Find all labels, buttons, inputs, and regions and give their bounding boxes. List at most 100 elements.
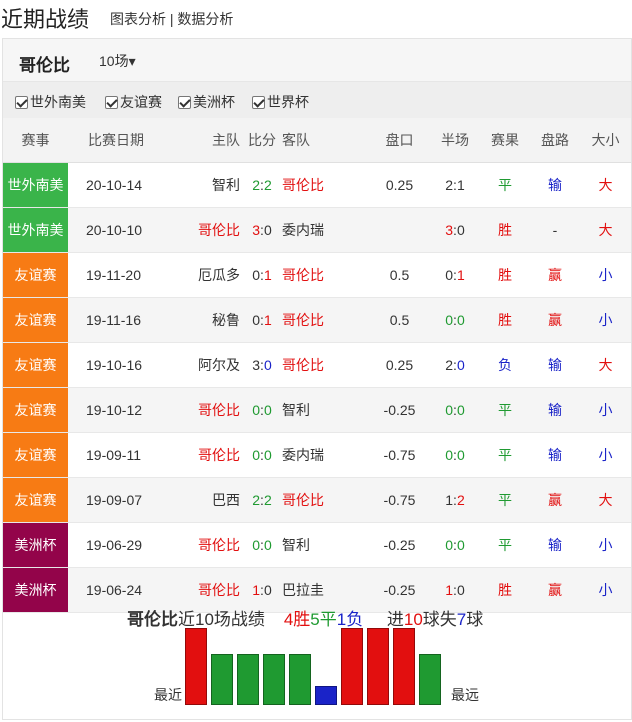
- handicap: -0.75: [369, 477, 430, 523]
- league-badge[interactable]: 世外南美: [3, 162, 68, 208]
- table-body: 世外南美 20-10-14 智利 2:2 哥伦比 0.25 2:1 平输大世外南美 20-10-…: [3, 162, 631, 613]
- label-distant: 最远: [451, 687, 479, 703]
- score[interactable]: 0:0: [246, 522, 278, 568]
- match-date: 20-10-14: [68, 162, 164, 208]
- home-team[interactable]: 智利: [164, 162, 246, 208]
- score[interactable]: 2:2: [246, 162, 278, 208]
- league-filters: 世外南美 友谊赛 美洲杯 世界杯: [3, 82, 631, 118]
- score-away: 0: [263, 447, 272, 463]
- match-result: 平: [480, 522, 530, 568]
- filter-copa-america[interactable]: 美洲杯: [178, 92, 235, 112]
- halftime-home: 2: [445, 357, 454, 373]
- form-bar-chart: [185, 628, 447, 705]
- home-team[interactable]: 哥伦比: [164, 432, 246, 478]
- away-team[interactable]: 智利: [278, 387, 369, 433]
- match-result: 胜: [480, 207, 530, 253]
- league-badge[interactable]: 友谊赛: [3, 342, 68, 388]
- checkbox-checked-icon[interactable]: [178, 95, 191, 109]
- top-bar: 近期战绩 图表分析 | 数据分析: [0, 0, 632, 36]
- halftime-away: 0: [456, 402, 465, 418]
- league-badge[interactable]: 友谊赛: [3, 387, 68, 433]
- over-under: 小: [580, 432, 631, 478]
- halftime-score: 2:1: [430, 162, 480, 208]
- filter-wc-qualifier[interactable]: 世外南美: [15, 92, 86, 112]
- score-home: 0: [252, 267, 261, 283]
- summary-goals-against-label: 球失: [422, 610, 457, 629]
- form-summary: 哥伦比近10场战绩 4胜5平1负 进10球失7球 最近 最远: [3, 598, 631, 718]
- away-team[interactable]: 哥伦比: [278, 297, 369, 343]
- match-date: 19-10-16: [68, 342, 164, 388]
- checkbox-checked-icon[interactable]: [15, 95, 28, 109]
- league-badge[interactable]: 友谊赛: [3, 252, 68, 298]
- home-team[interactable]: 阿尔及: [164, 342, 246, 388]
- home-team[interactable]: 巴西: [164, 477, 246, 523]
- score-away: 2: [263, 492, 272, 508]
- filter-world-cup[interactable]: 世界杯: [252, 92, 309, 112]
- over-under: 小: [580, 252, 631, 298]
- match-result: 平: [480, 477, 530, 523]
- score-away: 1: [263, 267, 272, 283]
- match-result: 负: [480, 342, 530, 388]
- league-badge[interactable]: 友谊赛: [3, 477, 68, 523]
- score[interactable]: 0:1: [246, 297, 278, 343]
- score[interactable]: 3:0: [246, 342, 278, 388]
- over-under: 大: [580, 207, 631, 253]
- halftime-away: 0: [456, 582, 465, 598]
- summary-wins: 4: [283, 610, 294, 629]
- home-team[interactable]: 秘鲁: [164, 297, 246, 343]
- home-team[interactable]: 厄瓜多: [164, 252, 246, 298]
- halftime-home: 0: [445, 267, 454, 283]
- halftime-away: 1: [456, 177, 465, 193]
- home-team[interactable]: 哥伦比: [164, 207, 246, 253]
- summary-team: 哥伦比: [127, 610, 178, 629]
- away-team[interactable]: 委内瑞: [278, 207, 369, 253]
- away-team[interactable]: 哥伦比: [278, 342, 369, 388]
- home-team[interactable]: 哥伦比: [164, 387, 246, 433]
- handicap: 0.5: [369, 252, 430, 298]
- match-count-select[interactable]: 10场▾: [99, 51, 136, 71]
- checkbox-checked-icon[interactable]: [252, 95, 265, 109]
- score-away: 0: [263, 357, 272, 373]
- league-badge[interactable]: 美洲杯: [3, 522, 68, 568]
- summary-text: 近10场战绩: [178, 610, 265, 629]
- away-team[interactable]: 委内瑞: [278, 432, 369, 478]
- away-team[interactable]: 哥伦比: [278, 162, 369, 208]
- form-bar: [315, 686, 337, 705]
- away-team[interactable]: 智利: [278, 522, 369, 568]
- caret-down-icon: ▾: [128, 53, 136, 69]
- form-bar: [263, 654, 285, 705]
- league-badge[interactable]: 友谊赛: [3, 432, 68, 478]
- away-team[interactable]: 哥伦比: [278, 252, 369, 298]
- tab-chart-analysis[interactable]: 图表分析: [110, 11, 166, 27]
- score-home: 0: [252, 537, 261, 553]
- halftime-score: 0:0: [430, 297, 480, 343]
- match-count-value: 10场: [99, 53, 129, 69]
- league-badge[interactable]: 世外南美: [3, 207, 68, 253]
- filter-label: 世界杯: [267, 94, 309, 110]
- summary-draw-label: 平: [319, 610, 337, 629]
- score[interactable]: 2:2: [246, 477, 278, 523]
- tab-data-analysis[interactable]: 数据分析: [177, 11, 233, 27]
- halftime-home: 0: [445, 402, 454, 418]
- score-home: 0: [252, 312, 261, 328]
- filter-friendly[interactable]: 友谊赛: [105, 92, 162, 112]
- label-recent: 最近: [154, 687, 182, 703]
- halftime-away: 0: [456, 357, 465, 373]
- league-badge[interactable]: 友谊赛: [3, 297, 68, 343]
- halftime-score: 0:0: [430, 432, 480, 478]
- score[interactable]: 0:0: [246, 387, 278, 433]
- col-away: 客队: [278, 118, 369, 163]
- home-team[interactable]: 哥伦比: [164, 522, 246, 568]
- score[interactable]: 3:0: [246, 207, 278, 253]
- over-under: 大: [580, 477, 631, 523]
- recent-form-panel: 哥伦比 10场▾ 世外南美 友谊赛 美洲杯 世界杯 赛事 比赛日期 主队 比分 …: [2, 38, 632, 720]
- filter-label: 世外南美: [30, 94, 86, 110]
- away-team[interactable]: 哥伦比: [278, 477, 369, 523]
- score-home: 0: [252, 402, 261, 418]
- score[interactable]: 0:1: [246, 252, 278, 298]
- checkbox-checked-icon[interactable]: [105, 95, 118, 109]
- halftime-score: 0:0: [430, 522, 480, 568]
- over-under: 小: [580, 297, 631, 343]
- score[interactable]: 0:0: [246, 432, 278, 478]
- form-bar: [237, 654, 259, 705]
